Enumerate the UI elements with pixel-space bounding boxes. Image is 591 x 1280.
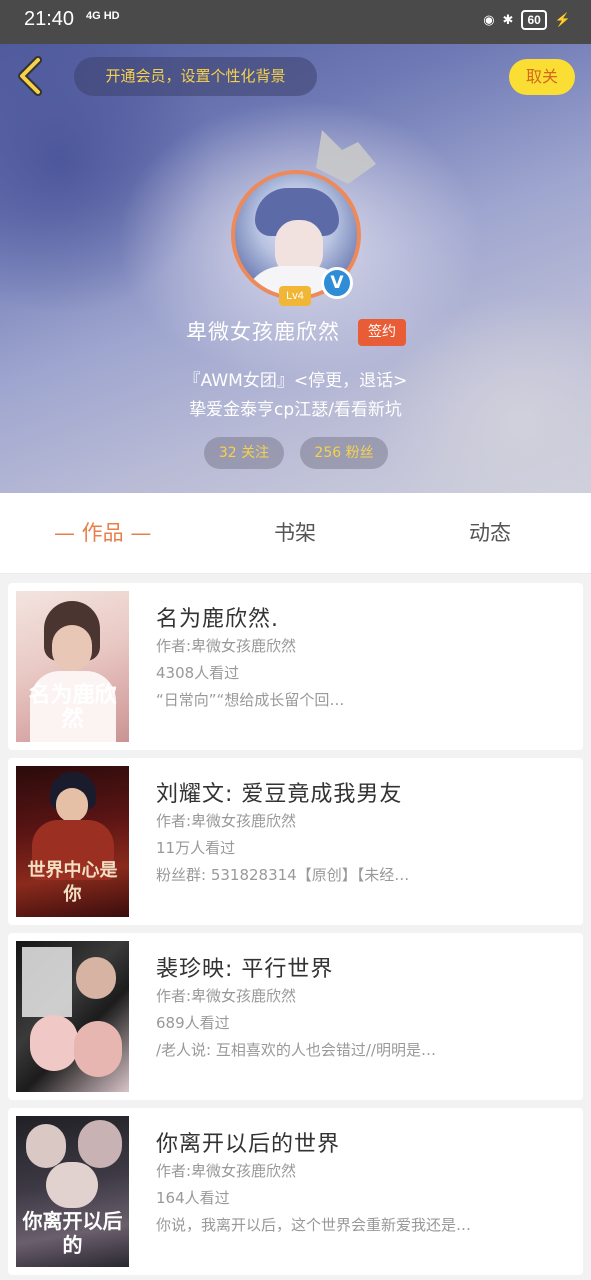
charging-icon: ⚡: [554, 12, 571, 27]
profile-tabs: — 作品 — 书架 动态: [0, 493, 591, 574]
book-views: 689人看过: [156, 1014, 230, 1032]
level-badge: Lv4: [279, 286, 311, 306]
fans-count[interactable]: 256 粉丝: [300, 437, 388, 469]
network-indicator: 4G HD: [86, 10, 120, 22]
bio-line-2: 挚爱金泰亨cp江瑟/看看新坑: [189, 400, 402, 420]
username: 卑微女孩鹿欣然: [186, 320, 340, 344]
cover-title: 你离开以后的: [22, 1209, 123, 1257]
bluetooth-icon: ✱: [502, 12, 514, 27]
book-title: 名为鹿欣然.: [156, 607, 279, 632]
book-views: 11万人看过: [156, 839, 236, 857]
tab-feed[interactable]: 动态: [469, 517, 511, 547]
book-card[interactable]: 名为鹿欣然 名为鹿欣然. 作者:卑微女孩鹿欣然 4308人看过 “日常向”“想给…: [8, 583, 583, 750]
following-count[interactable]: 32 关注: [204, 437, 284, 469]
book-author: 作者:卑微女孩鹿欣然: [156, 1162, 297, 1180]
status-bar: 21:40 4G HD ◉ ✱ 60 ⚡: [0, 0, 591, 44]
back-button[interactable]: [14, 56, 50, 96]
book-card[interactable]: 世界中心是你 刘耀文: 爱豆竟成我男友 作者:卑微女孩鹿欣然 11万人看过 粉丝…: [8, 758, 583, 925]
book-description: 你说，我离开以后，这个世界会重新爱我还是…: [156, 1216, 472, 1234]
book-cover: 世界中心是你: [16, 766, 129, 917]
book-cover: 你离开以后的: [16, 1116, 129, 1267]
book-description: 粉丝群: 531828314【原创】【未经…: [156, 866, 410, 884]
book-description: “日常向”“想给成长留个回…: [156, 691, 345, 709]
signed-badge: 签约: [358, 319, 406, 346]
status-time: 21:40: [24, 8, 75, 30]
cover-title: 名为鹿欣然: [28, 683, 117, 732]
verified-icon: V: [321, 267, 353, 299]
book-author: 作者:卑微女孩鹿欣然: [156, 812, 297, 830]
book-author: 作者:卑微女孩鹿欣然: [156, 637, 297, 655]
tab-bookshelf[interactable]: 书架: [274, 517, 316, 547]
book-title: 刘耀文: 爱豆竟成我男友: [156, 782, 403, 807]
book-title: 你离开以后的世界: [156, 1132, 341, 1157]
lock-icon: ◉: [483, 12, 495, 27]
book-card[interactable]: 你离开以后的 你离开以后的世界 作者:卑微女孩鹿欣然 164人看过 你说，我离开…: [8, 1108, 583, 1275]
book-description: /老人说: 互相喜欢的人也会错过//明明是…: [156, 1041, 436, 1059]
book-author: 作者:卑微女孩鹿欣然: [156, 987, 297, 1005]
vip-banner[interactable]: 开通会员，设置个性化背景: [74, 57, 317, 96]
status-icons: ◉ ✱ 60 ⚡: [483, 10, 571, 30]
bio-line-1: 『AWM女团』<停更，退话>: [183, 371, 408, 391]
book-views: 4308人看过: [156, 664, 240, 682]
book-cover: 名为鹿欣然: [16, 591, 129, 742]
book-title: 裴珍映: 平行世界: [156, 957, 334, 982]
book-views: 164人看过: [156, 1189, 230, 1207]
tab-works[interactable]: — 作品 —: [54, 517, 151, 547]
back-arrow-icon: [18, 56, 42, 96]
battery-icon: 60: [521, 10, 547, 30]
profile-header: 21:40 4G HD ◉ ✱ 60 ⚡ 开通会员，设置个性化背景 取关 Lv4…: [0, 0, 591, 493]
book-cover: [16, 941, 129, 1092]
unfollow-button[interactable]: 取关: [509, 59, 575, 95]
cover-title: 世界中心是你: [27, 860, 118, 905]
book-card[interactable]: 裴珍映: 平行世界 作者:卑微女孩鹿欣然 689人看过 /老人说: 互相喜欢的人…: [8, 933, 583, 1100]
